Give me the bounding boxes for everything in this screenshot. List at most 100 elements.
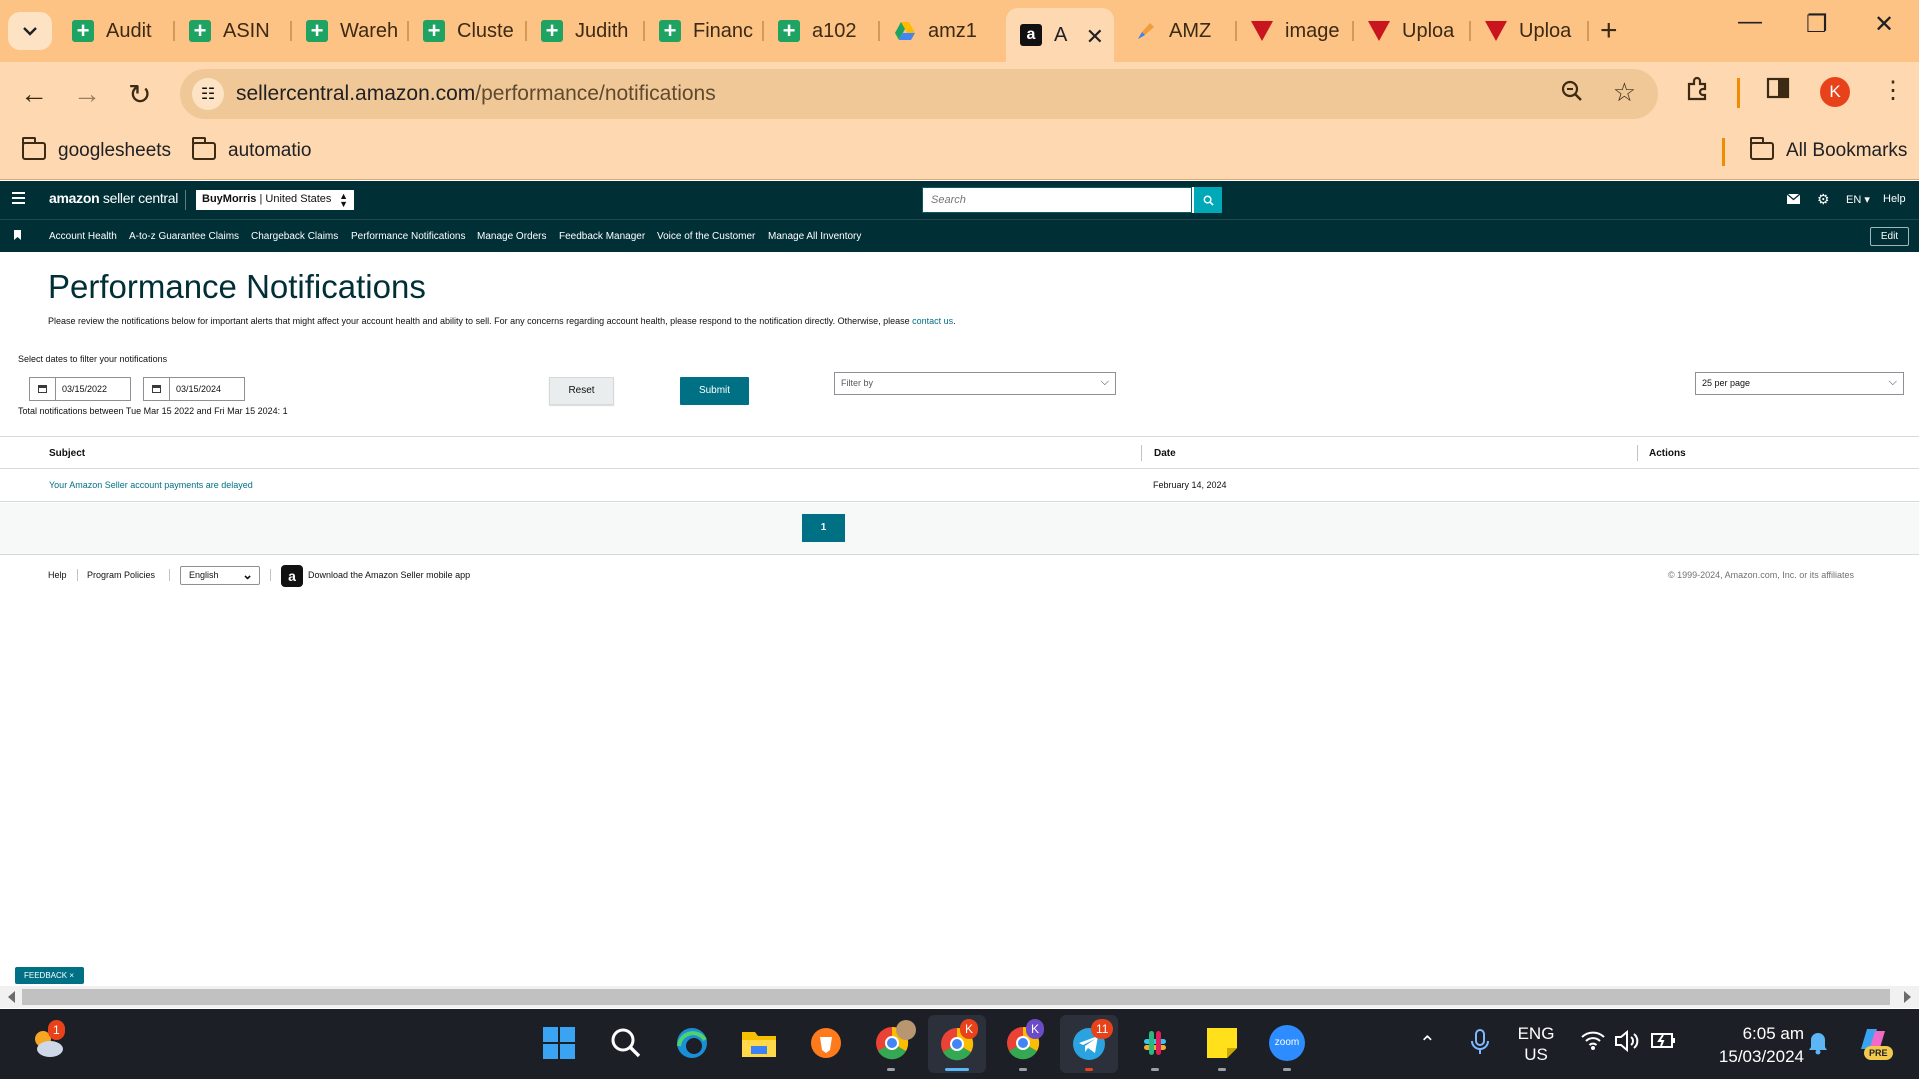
scroll-left-icon[interactable] [8,991,15,1003]
search-input[interactable] [922,187,1192,213]
horizontal-scrollbar[interactable] [0,986,1919,1008]
search-button[interactable] [1194,187,1222,213]
browser-tab[interactable]: amz1 [880,12,998,50]
start-date-field[interactable]: 03/15/2022 [29,377,131,401]
browser-tab[interactable]: + Audit [58,12,175,50]
brave-browser-icon[interactable] [806,1023,846,1063]
column-date[interactable]: Date [1154,448,1176,459]
help-link[interactable]: Help [1883,193,1906,205]
browser-tab[interactable]: AMZ [1121,12,1237,50]
nav-item-chargeback-claims[interactable]: Chargeback Claims [251,231,338,242]
total-notifications-text: Total notifications between Tue Mar 15 2… [18,406,288,416]
browser-tab[interactable]: + ASIN [175,12,292,50]
filter-by-select[interactable]: Filter by ⌵ [834,372,1116,395]
download-app-link[interactable]: Download the Amazon Seller mobile app [308,570,470,580]
filter-dates-label: Select dates to filter your notification… [18,354,168,364]
seller-central-logo[interactable]: amazon seller central [49,190,178,206]
browser-tab[interactable]: Uploa [1354,12,1471,50]
nav-item-performance-notifications[interactable]: Performance Notifications [351,231,466,242]
side-panel-icon[interactable] [1766,76,1790,107]
bookmark-folder-googlesheets[interactable]: googlesheets [22,137,171,162]
browser-tab[interactable]: + Financ [645,12,764,50]
program-policies-link[interactable]: Program Policies [87,570,155,580]
zoom-app-icon[interactable]: zoom [1267,1023,1307,1063]
notification-bell-icon[interactable] [1807,1029,1829,1061]
browser-tab[interactable]: + Judith [527,12,645,50]
tab-search-button[interactable] [8,12,52,50]
hamburger-menu-icon[interactable] [12,192,25,207]
back-arrow-icon[interactable]: ← [20,78,48,110]
amazon-app-icon[interactable]: a [281,565,303,587]
input-language-indicator[interactable]: ENG US [1514,1023,1558,1065]
page-title: Performance Notifications [48,268,426,305]
profile-avatar[interactable]: K [1820,77,1850,107]
contact-us-link[interactable]: contact us [912,316,953,326]
folder-icon [22,137,46,160]
reload-icon[interactable]: ↻ [128,78,151,111]
close-tab-icon[interactable]: ✕ [1086,24,1104,50]
browser-tab[interactable]: + a102 [764,12,880,50]
restore-icon[interactable]: ❐ [1806,10,1828,39]
more-menu-icon[interactable]: ⋮ [1881,76,1905,105]
per-page-select[interactable]: 25 per page ⌵ [1695,372,1904,395]
new-tab-button[interactable]: + [1600,14,1618,48]
calendar-icon[interactable] [30,378,56,400]
footer-language-select[interactable]: English ⌄ [180,566,260,585]
forward-arrow-icon[interactable]: → [73,78,101,110]
browser-tab[interactable]: Uploa [1471,12,1589,50]
browser-tab[interactable]: image [1237,12,1354,50]
edge-icon[interactable] [672,1023,712,1063]
site-settings-icon[interactable]: ☷ [192,78,224,110]
account-switcher[interactable]: BuyMorris | United States ▲ ▼ [196,190,354,210]
bookmark-folder-automatio[interactable]: automatio [192,137,311,162]
minimize-icon[interactable]: — [1738,8,1762,36]
volume-icon[interactable] [1614,1029,1642,1059]
all-bookmarks-button[interactable]: All Bookmarks [1750,137,1907,162]
column-subject[interactable]: Subject [49,448,85,459]
calendar-icon[interactable] [144,378,170,400]
language-selector[interactable]: EN ▾ [1846,193,1870,206]
mail-icon[interactable] [1786,193,1801,207]
scrollbar-thumb[interactable] [22,989,1890,1005]
browser-tab-active[interactable]: a A ✕ [1006,8,1114,62]
chevron-down-icon: ⌵ [1888,376,1897,388]
sheets-icon: + [659,20,681,42]
submit-button[interactable]: Submit [680,377,749,405]
bookmark-icon[interactable] [14,230,21,240]
sticky-notes-icon[interactable] [1202,1023,1242,1063]
nav-item-voice-of-customer[interactable]: Voice of the Customer [657,231,755,242]
nav-item-atoz-claims[interactable]: A-to-z Guarantee Claims [129,231,239,242]
extensions-icon[interactable] [1685,76,1711,109]
gear-icon[interactable]: ⚙ [1817,191,1830,208]
nav-item-account-health[interactable]: Account Health [49,231,117,242]
bookmark-star-icon[interactable]: ☆ [1613,77,1636,108]
nav-item-manage-orders[interactable]: Manage Orders [477,231,546,242]
wifi-icon[interactable] [1580,1029,1606,1057]
notification-subject-link[interactable]: Your Amazon Seller account payments are … [49,480,253,490]
feedback-button[interactable]: FEEDBACK × [15,967,84,984]
close-window-icon[interactable]: ✕ [1874,10,1894,39]
page-button-1[interactable]: 1 [802,514,845,542]
nav-item-manage-inventory[interactable]: Manage All Inventory [768,231,861,242]
reset-button[interactable]: Reset [549,377,614,405]
file-explorer-icon[interactable] [739,1023,779,1063]
battery-icon[interactable] [1650,1029,1678,1057]
microphone-icon[interactable] [1470,1029,1490,1061]
scroll-right-icon[interactable] [1904,991,1911,1003]
chevron-up-icon[interactable]: ⌃ [1419,1031,1436,1056]
start-button[interactable] [539,1023,579,1063]
search-icon [1203,195,1214,206]
zoom-icon[interactable] [1560,79,1584,110]
amazon-icon: a [1020,24,1042,46]
footer-help-link[interactable]: Help [48,570,67,580]
end-date-field[interactable]: 03/15/2024 [143,377,245,401]
search-icon[interactable] [606,1023,646,1063]
system-clock[interactable]: 6:05 am 15/03/2024 [1694,1022,1804,1068]
edit-nav-button[interactable]: Edit [1870,227,1909,246]
nav-item-feedback-manager[interactable]: Feedback Manager [559,231,645,242]
browser-tab[interactable]: + Cluste [409,12,527,50]
address-bar[interactable]: ☷ sellercentral.amazon.com/performance/n… [180,69,1658,119]
copyright-text: © 1999-2024, Amazon.com, Inc. or its aff… [1668,570,1855,580]
slack-icon[interactable] [1135,1023,1175,1063]
browser-tab[interactable]: + Wareh [292,12,409,50]
